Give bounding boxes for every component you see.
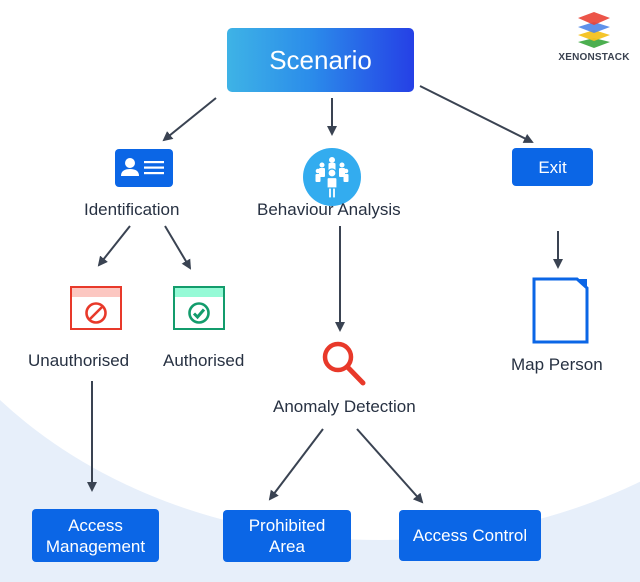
access-management-line2: Management [45, 536, 146, 556]
document-icon [531, 276, 591, 344]
map-person-label: Map Person [511, 355, 603, 374]
arrow-identification-authorised [164, 225, 192, 270]
magnifier-icon [318, 339, 370, 389]
arrow-identification-unauthorised [97, 225, 131, 267]
exit-node[interactable]: Exit [512, 148, 593, 186]
window-titlebar [72, 288, 120, 297]
brand-name: XENONSTACK [558, 52, 630, 63]
identification-label: Identification [84, 200, 180, 219]
arrow-scenario-exit [419, 85, 534, 143]
prohibited-area-line1: Prohibited [248, 516, 326, 535]
blocked-window-icon [70, 286, 122, 330]
prohibited-area-line2: Area [269, 537, 305, 556]
people-group-icon [303, 148, 361, 206]
scenario-node[interactable]: Scenario [227, 28, 414, 92]
anomaly-detection-label: Anomaly Detection [273, 397, 416, 416]
approved-window-icon [173, 286, 225, 330]
prohibited-area-node[interactable]: Prohibited Area [223, 510, 351, 562]
id-card-icon [115, 149, 173, 187]
stack-logo-icon [578, 12, 610, 48]
behaviour-analysis-label: Behaviour Analysis [257, 200, 401, 219]
access-management-line1: Access [68, 515, 123, 535]
arrow-scenario-identification [162, 97, 217, 142]
arrow-anomaly-prohibited [268, 428, 324, 501]
unauthorised-label: Unauthorised [28, 351, 130, 370]
xenonstack-logo: XENONSTACK [558, 8, 629, 64]
access-management-node[interactable]: Access Management [32, 509, 159, 562]
arrow-anomaly-access-control [356, 428, 424, 504]
access-control-node[interactable]: Access Control [399, 510, 541, 561]
authorised-label: Authorised [163, 351, 245, 370]
window-titlebar [175, 288, 223, 297]
